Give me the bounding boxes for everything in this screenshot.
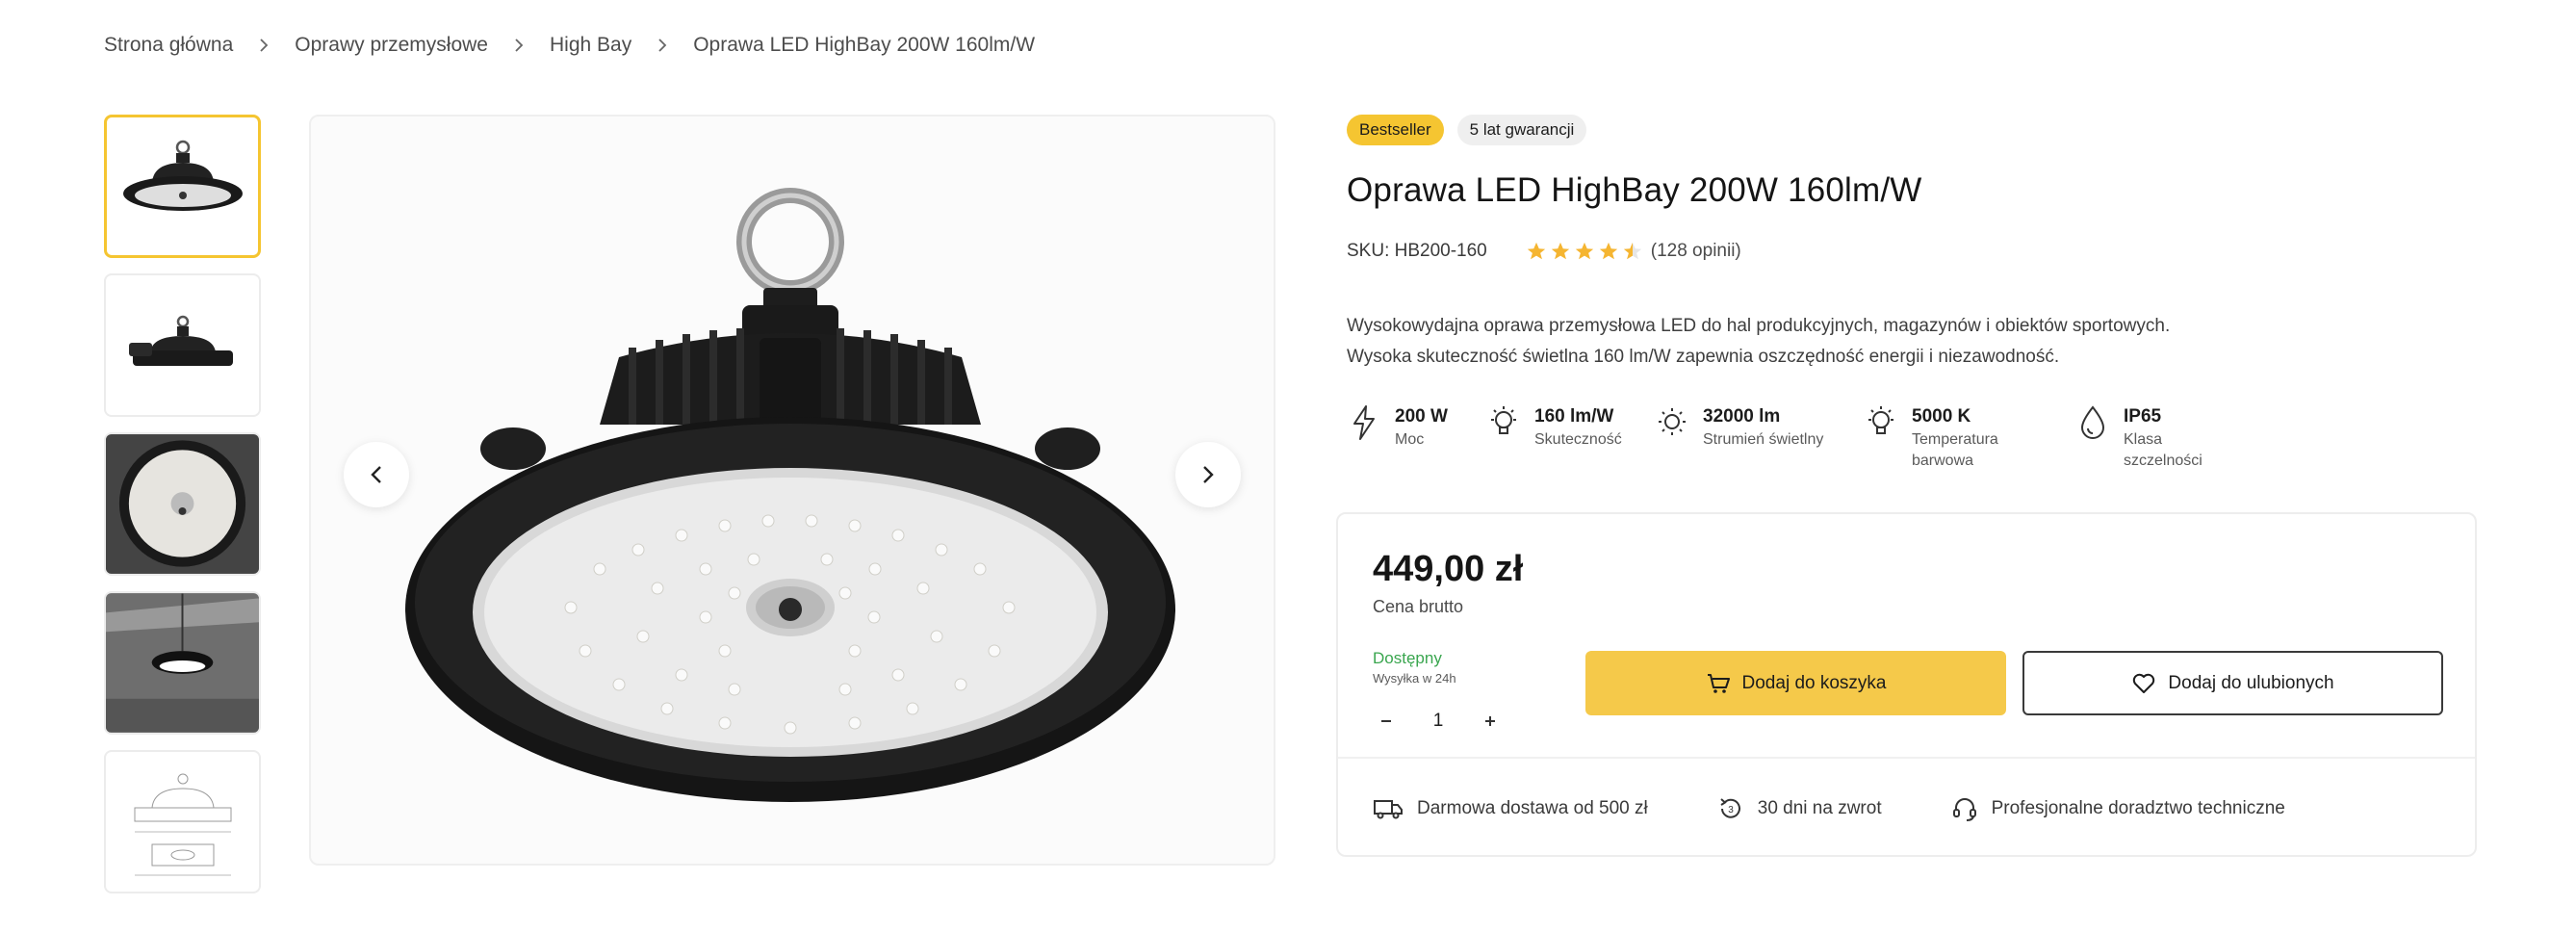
spec-color-temperature: 5000 K Temperatura barwowa bbox=[1864, 404, 2075, 472]
add-to-favorites-button[interactable]: Dodaj do ulubionych bbox=[2022, 651, 2443, 715]
prev-image-button[interactable] bbox=[344, 442, 409, 507]
spec-label: Moc bbox=[1395, 431, 1425, 448]
decrease-quantity-button[interactable] bbox=[1373, 705, 1400, 738]
thumbnail-installation-view[interactable] bbox=[104, 591, 261, 735]
cart-icon bbox=[1707, 673, 1730, 693]
divider bbox=[1338, 757, 2475, 759]
spec-label: Strumień świetlny bbox=[1703, 431, 1824, 448]
rating-stars bbox=[1526, 241, 1643, 262]
next-image-button[interactable] bbox=[1175, 442, 1241, 507]
perk-support: Profesjonalne doradztwo techniczne bbox=[1951, 795, 2285, 822]
bulb-icon bbox=[1864, 404, 1898, 443]
breadcrumb: Strona główna Oprawy przemysłowe High Ba… bbox=[104, 31, 1035, 60]
quantity-stepper bbox=[1373, 705, 1504, 738]
spec-label: Klasa bbox=[2124, 431, 2163, 448]
product-sku: SKU: HB200-160 bbox=[1347, 241, 1487, 261]
spec-luminous-flux: 32000 lm Strumień świetlny bbox=[1655, 404, 1864, 472]
svg-text:3: 3 bbox=[1728, 805, 1734, 816]
return-icon: 3 bbox=[1720, 798, 1740, 818]
spec-efficacy: 160 lm/W Skuteczność bbox=[1486, 404, 1655, 472]
chevron-right-icon bbox=[509, 38, 528, 53]
spec-value: 200 W bbox=[1395, 406, 1448, 427]
star-icon bbox=[1527, 242, 1545, 260]
perk-free-delivery: Darmowa dostawa od 500 zł bbox=[1373, 797, 1648, 820]
spec-ip-rating: IP65 Klasa szczelności bbox=[2075, 404, 2229, 472]
warranty-badge: 5 lat gwarancji bbox=[1456, 115, 1587, 145]
shipping-time: Wysyłka w 24h bbox=[1373, 671, 1456, 686]
perk-label: 30 dni na zwrot bbox=[1757, 798, 1882, 818]
star-icon bbox=[1599, 242, 1617, 260]
spec-label: barwowa bbox=[1912, 453, 1974, 469]
product-thumbnail-image bbox=[122, 140, 243, 211]
perk-returns: 3 30 dni na zwrot bbox=[1717, 795, 1882, 822]
product-description: Wysokowydajna oprawa przemysłowa LED do … bbox=[1347, 311, 2309, 373]
add-to-favorites-label: Dodaj do ulubionych bbox=[2168, 672, 2334, 693]
thumbnail-bottom-view[interactable] bbox=[104, 432, 261, 576]
spec-power: 200 W Moc bbox=[1347, 404, 1486, 472]
thumbnail-technical-drawing[interactable] bbox=[104, 750, 261, 893]
spec-value: IP65 bbox=[2124, 406, 2162, 427]
product-title: Oprawa LED HighBay 200W 160lm/W bbox=[1347, 171, 1922, 209]
plus-icon bbox=[1485, 716, 1495, 726]
bestseller-badge: Bestseller bbox=[1347, 115, 1444, 145]
chevron-right-icon bbox=[254, 38, 273, 53]
breadcrumb-subcategory[interactable]: High Bay bbox=[550, 34, 631, 57]
spec-value: 32000 lm bbox=[1703, 406, 1781, 427]
thumbnail-side-view[interactable] bbox=[104, 273, 261, 417]
perk-label: Profesjonalne doradztwo techniczne bbox=[1991, 798, 2285, 818]
add-to-cart-label: Dodaj do koszyka bbox=[1741, 672, 1887, 693]
product-badges: Bestseller 5 lat gwarancji bbox=[1347, 115, 1587, 145]
star-half-icon bbox=[1623, 242, 1641, 260]
description-line: Wysoka skuteczność świetlna 160 lm/W zap… bbox=[1347, 347, 2060, 367]
sku-rating-row: SKU: HB200-160 (128 opinii) bbox=[1347, 241, 1741, 262]
reviews-count-link[interactable]: (128 opinii) bbox=[1651, 241, 1741, 262]
spec-value: 5000 K bbox=[1912, 406, 1971, 427]
stock-status: Dostępny bbox=[1373, 649, 1442, 667]
product-thumbnail-image bbox=[106, 593, 259, 733]
buy-box: 449,00 zł Cena brutto Dostępny Wysyłka w… bbox=[1336, 512, 2477, 857]
perk-label: Darmowa dostawa od 500 zł bbox=[1417, 798, 1648, 818]
spec-list: 200 W Moc 160 lm/W Skuteczność 32000 lm … bbox=[1347, 404, 2229, 472]
breadcrumb-home[interactable]: Strona główna bbox=[104, 34, 233, 57]
heart-icon bbox=[2133, 673, 2155, 693]
breadcrumb-category[interactable]: Oprawy przemysłowe bbox=[295, 34, 488, 57]
lightning-icon bbox=[1347, 404, 1381, 443]
minus-icon bbox=[1381, 720, 1391, 722]
spec-label: Skuteczność bbox=[1534, 431, 1622, 448]
product-price: 449,00 zł bbox=[1373, 549, 1524, 589]
product-thumbnail-image bbox=[106, 434, 259, 574]
add-to-cart-button[interactable]: Dodaj do koszyka bbox=[1585, 651, 2006, 715]
spec-label: szczelności bbox=[2124, 453, 2202, 469]
chevron-right-icon bbox=[653, 38, 672, 53]
truck-icon bbox=[1374, 800, 1403, 819]
breadcrumb-current: Oprawa LED HighBay 200W 160lm/W bbox=[693, 34, 1036, 56]
quantity-input[interactable] bbox=[1400, 711, 1477, 732]
chevron-left-icon bbox=[371, 466, 381, 483]
thumbnail-list bbox=[104, 115, 261, 909]
increase-quantity-button[interactable] bbox=[1477, 705, 1504, 738]
perks-list: Darmowa dostawa od 500 zł 3 30 dni na zw… bbox=[1373, 795, 2355, 822]
bulb-icon bbox=[1486, 404, 1521, 443]
star-icon bbox=[1575, 242, 1593, 260]
chevron-right-icon bbox=[1203, 466, 1214, 483]
spec-value: 160 lm/W bbox=[1534, 406, 1614, 427]
price-label: Cena brutto bbox=[1373, 597, 1464, 616]
main-product-image bbox=[309, 115, 1275, 866]
star-icon bbox=[1551, 242, 1569, 260]
product-thumbnail-image bbox=[134, 773, 231, 875]
product-thumbnail-image bbox=[128, 315, 233, 366]
spec-label: Temperatura bbox=[1912, 431, 1998, 448]
description-line: Wysokowydajna oprawa przemysłowa LED do … bbox=[1347, 316, 2171, 336]
sun-icon bbox=[1655, 404, 1689, 443]
product-photo bbox=[405, 188, 1175, 802]
water-drop-icon bbox=[2075, 404, 2110, 443]
thumbnail-front-view[interactable] bbox=[104, 115, 261, 258]
headset-icon bbox=[1952, 798, 1976, 821]
